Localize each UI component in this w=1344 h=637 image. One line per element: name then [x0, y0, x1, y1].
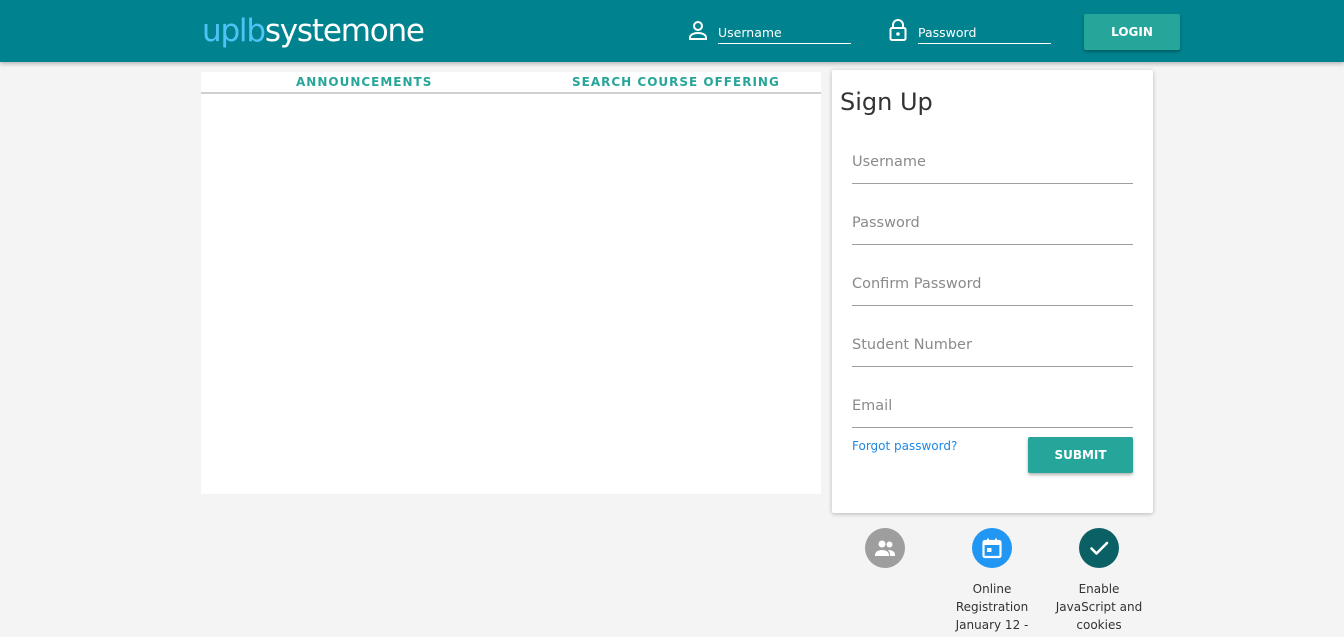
enable-javascript-line-1: Enable: [1078, 582, 1120, 596]
enable-javascript-line-3: cookies: [1076, 618, 1122, 632]
signup-student-number-placeholder: Student Number: [852, 337, 972, 353]
enable-javascript-label: Enable JavaScript and cookies: [1049, 580, 1149, 634]
people-icon[interactable]: [865, 528, 905, 568]
header-username-placeholder: Username: [718, 25, 782, 40]
signup-password-placeholder: Password: [852, 215, 920, 231]
online-registration-line-2: Registration: [955, 600, 1029, 614]
enable-javascript-line-2: JavaScript and: [1055, 600, 1143, 614]
tab-search-course-offering[interactable]: SEARCH COURSE OFFERING: [572, 75, 780, 89]
top-header-bar: uplbsystemone Username Password LOGIN: [0, 0, 1344, 62]
submit-button[interactable]: SUBMIT: [1028, 437, 1133, 473]
lock-icon: [886, 18, 910, 42]
tab-announcements[interactable]: ANNOUNCEMENTS: [296, 75, 432, 89]
header-password-field[interactable]: Password: [886, 16, 1056, 44]
signup-email-field[interactable]: Email: [852, 392, 1133, 428]
signup-confirm-password-field[interactable]: Confirm Password: [852, 270, 1133, 306]
site-logo[interactable]: uplbsystemone: [202, 12, 425, 50]
person-icon: [686, 18, 710, 42]
tab-bar: ANNOUNCEMENTS SEARCH COURSE OFFERING: [201, 72, 821, 94]
logo-prefix: uplb: [202, 13, 266, 49]
signup-password-field[interactable]: Password: [852, 209, 1133, 245]
online-registration-line-1: Online: [972, 582, 1012, 596]
signup-student-number-field[interactable]: Student Number: [852, 331, 1133, 367]
header-username-underline: [718, 43, 851, 44]
forgot-password-link[interactable]: Forgot password?: [852, 439, 957, 453]
header-password-underline: [918, 43, 1051, 44]
header-password-placeholder: Password: [918, 25, 977, 40]
header-username-field[interactable]: Username: [686, 16, 856, 44]
check-icon[interactable]: [1079, 528, 1119, 568]
login-button[interactable]: LOGIN: [1084, 14, 1180, 50]
signup-email-placeholder: Email: [852, 398, 893, 414]
signup-username-placeholder: Username: [852, 154, 926, 170]
signup-username-field[interactable]: Username: [852, 148, 1133, 184]
main-content-panel: ANNOUNCEMENTS SEARCH COURSE OFFERING: [201, 72, 821, 494]
logo-suffix: systemone: [264, 13, 425, 49]
signup-title: Sign Up: [840, 88, 933, 116]
online-registration-line-3: January 12 -: [955, 618, 1029, 632]
signup-confirm-password-placeholder: Confirm Password: [852, 276, 982, 292]
online-registration-label: Online Registration January 12 -: [942, 580, 1042, 634]
signup-card: Sign Up Username Password Confirm Passwo…: [832, 70, 1153, 513]
calendar-icon[interactable]: [972, 528, 1012, 568]
